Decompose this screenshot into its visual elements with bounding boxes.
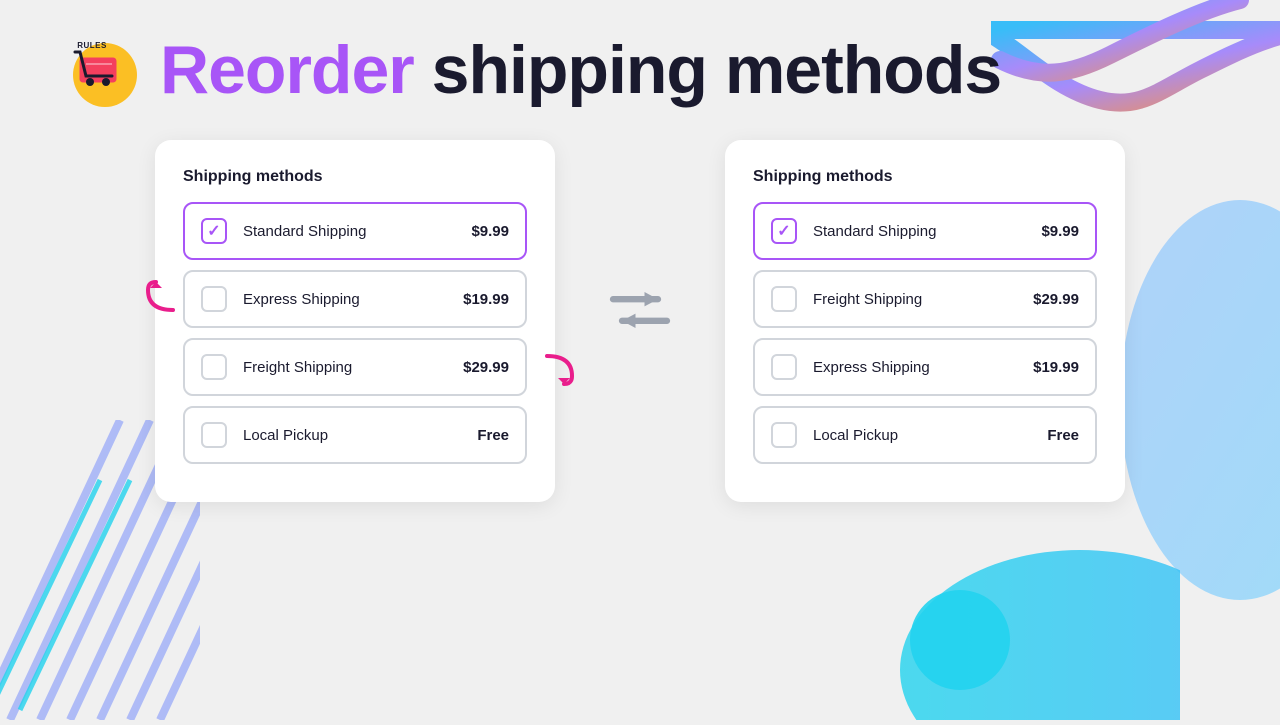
item-price-express-right: $19.99 [1033, 359, 1079, 376]
pink-arrow-up [138, 280, 178, 315]
list-item[interactable]: Freight Shipping $29.99 [753, 270, 1097, 328]
item-price-freight-left: $29.99 [463, 359, 509, 376]
checkbox-standard-right[interactable] [771, 218, 797, 244]
swap-arrow-container [595, 280, 685, 340]
checkbox-standard-left[interactable] [201, 218, 227, 244]
logo: RULES [60, 30, 140, 110]
item-name-freight-left: Freight Shipping [243, 359, 463, 376]
right-shipping-card: Shipping methods Standard Shipping $9.99… [725, 140, 1125, 502]
item-name-standard-left: Standard Shipping [243, 223, 471, 240]
item-price-local-right: Free [1047, 427, 1079, 444]
item-price-local-left: Free [477, 427, 509, 444]
page-title: Reorder shipping methods [160, 36, 1001, 104]
item-price-freight-right: $29.99 [1033, 291, 1079, 308]
item-name-express-right: Express Shipping [813, 359, 1033, 376]
item-name-local-left: Local Pickup [243, 427, 477, 444]
list-item[interactable]: Local Pickup Free [753, 406, 1097, 464]
reorder-group-left: Express Shipping $19.99 Freight Shipping… [183, 270, 527, 396]
swap-arrows-icon [595, 280, 685, 340]
header: RULES Reorder shipping methods [0, 0, 1280, 130]
checkbox-express-left[interactable] [201, 286, 227, 312]
list-item[interactable]: Standard Shipping $9.99 [183, 202, 527, 260]
bg-blob-bottom [880, 520, 1180, 720]
list-item[interactable]: Express Shipping $19.99 [753, 338, 1097, 396]
item-price-express-left: $19.99 [463, 291, 509, 308]
item-name-freight-right: Freight Shipping [813, 291, 1033, 308]
list-item[interactable]: Express Shipping $19.99 [183, 270, 527, 328]
list-item[interactable]: Standard Shipping $9.99 [753, 202, 1097, 260]
checkbox-freight-left[interactable] [201, 354, 227, 380]
checkbox-express-right[interactable] [771, 354, 797, 380]
item-name-local-right: Local Pickup [813, 427, 1047, 444]
pink-arrow-down [542, 351, 582, 386]
list-item[interactable]: Local Pickup Free [183, 406, 527, 464]
item-price-standard-left: $9.99 [471, 223, 509, 240]
left-card-title: Shipping methods [183, 168, 527, 186]
svg-text:RULES: RULES [77, 41, 107, 50]
checkbox-local-left[interactable] [201, 422, 227, 448]
checkbox-freight-right[interactable] [771, 286, 797, 312]
item-name-express-left: Express Shipping [243, 291, 463, 308]
left-shipping-card: Shipping methods Standard Shipping $9.99… [155, 140, 555, 502]
checkbox-local-right[interactable] [771, 422, 797, 448]
right-card-title: Shipping methods [753, 168, 1097, 186]
main-content: Shipping methods Standard Shipping $9.99… [0, 140, 1280, 502]
item-name-standard-right: Standard Shipping [813, 223, 1041, 240]
list-item[interactable]: Freight Shipping $29.99 [183, 338, 527, 396]
item-price-standard-right: $9.99 [1041, 223, 1079, 240]
